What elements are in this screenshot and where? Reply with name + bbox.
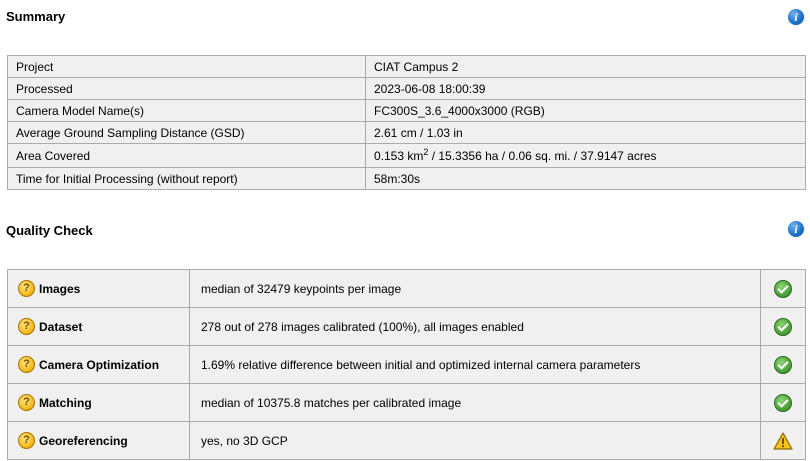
summary-key: Camera Model Name(s)	[7, 99, 366, 122]
quality-item-name: Dataset	[39, 319, 83, 334]
table-row: Average Ground Sampling Distance (GSD) 2…	[7, 121, 806, 144]
summary-value: 2023-06-08 18:00:39	[365, 77, 806, 100]
check-icon	[774, 393, 792, 412]
quality-item-description: median of 10375.8 matches per calibrated…	[189, 383, 761, 422]
warning-icon	[773, 431, 793, 450]
question-icon[interactable]: ?	[18, 280, 35, 297]
check-icon	[774, 317, 792, 336]
check-icon	[774, 279, 792, 298]
table-row: Area Covered 0.153 km2 / 15.3356 ha / 0.…	[7, 143, 806, 168]
summary-value-area: 0.153 km2 / 15.3356 ha / 0.06 sq. mi. / …	[365, 143, 806, 168]
table-row: ? Georeferencing yes, no 3D GCP	[7, 421, 806, 460]
summary-value: 2.61 cm / 1.03 in	[365, 121, 806, 144]
quality-item-name: Images	[39, 281, 81, 296]
quality-status-cell	[760, 345, 806, 384]
quality-name-cell: ? Camera Optimization	[7, 345, 190, 384]
quality-status-cell	[760, 383, 806, 422]
summary-value: 58m:30s	[365, 167, 806, 190]
summary-key: Area Covered	[7, 143, 366, 168]
area-value-rest: / 15.3356 ha / 0.06 sq. mi. / 37.9147 ac…	[428, 148, 657, 163]
quality-check-title: Quality Check	[6, 223, 93, 238]
area-value-main: 0.153 km	[374, 148, 424, 163]
quality-name-cell: ? Georeferencing	[7, 421, 190, 460]
table-row: Project CIAT Campus 2	[7, 55, 806, 78]
quality-item-description: 1.69% relative difference between initia…	[189, 345, 761, 384]
quality-status-cell	[760, 269, 806, 308]
summary-key: Average Ground Sampling Distance (GSD)	[7, 121, 366, 144]
question-icon[interactable]: ?	[18, 394, 35, 411]
table-row: ? Matching median of 10375.8 matches per …	[7, 383, 806, 422]
summary-title: Summary	[6, 9, 66, 24]
quality-name-cell: ? Matching	[7, 383, 190, 422]
summary-key: Time for Initial Processing (without rep…	[7, 167, 366, 190]
quality-item-description: median of 32479 keypoints per image	[189, 269, 761, 308]
table-row: Time for Initial Processing (without rep…	[7, 167, 806, 190]
quality-name-cell: ? Images	[7, 269, 190, 308]
quality-item-name: Georeferencing	[39, 433, 128, 448]
table-row: Camera Model Name(s) FC300S_3.6_4000x300…	[7, 99, 806, 122]
quality-check-table: ? Images median of 32479 keypoints per im…	[7, 269, 806, 460]
quality-name-cell: ? Dataset	[7, 307, 190, 346]
summary-value: CIAT Campus 2	[365, 55, 806, 78]
info-icon[interactable]: i	[788, 221, 804, 237]
question-icon[interactable]: ?	[18, 432, 35, 449]
quality-status-cell	[760, 307, 806, 346]
quality-item-description: yes, no 3D GCP	[189, 421, 761, 460]
quality-item-name: Camera Optimization	[39, 357, 160, 372]
table-row: ? Dataset 278 out of 278 images calibrate…	[7, 307, 806, 346]
table-row: ? Camera Optimization 1.69% relative diff…	[7, 345, 806, 384]
quality-status-cell	[760, 421, 806, 460]
question-icon[interactable]: ?	[18, 356, 35, 373]
summary-table: Project CIAT Campus 2 Processed 2023-06-…	[7, 55, 806, 190]
quality-item-description: 278 out of 278 images calibrated (100%),…	[189, 307, 761, 346]
info-icon[interactable]: i	[788, 9, 804, 25]
table-row: ? Images median of 32479 keypoints per im…	[7, 269, 806, 308]
check-icon	[774, 355, 792, 374]
quality-item-name: Matching	[39, 395, 92, 410]
summary-key: Project	[7, 55, 366, 78]
table-row: Processed 2023-06-08 18:00:39	[7, 77, 806, 100]
question-icon[interactable]: ?	[18, 318, 35, 335]
summary-value: FC300S_3.6_4000x3000 (RGB)	[365, 99, 806, 122]
summary-key: Processed	[7, 77, 366, 100]
